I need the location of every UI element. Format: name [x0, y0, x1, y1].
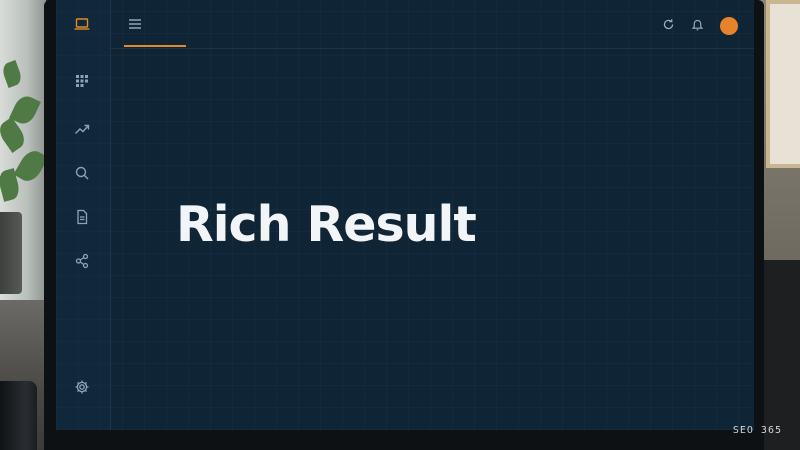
refresh-icon [663, 18, 673, 29]
grid-icon [76, 75, 88, 87]
sidebar-item-search[interactable] [69, 160, 95, 186]
gear-icon [75, 380, 89, 394]
notifications-button[interactable] [689, 16, 705, 32]
sidebar-item-trends[interactable] [69, 116, 95, 142]
bell-icon [691, 19, 703, 30]
document-icon [77, 209, 88, 225]
picture-frame [766, 0, 800, 168]
monitor-screen: Rich Result [56, 0, 754, 430]
sidebar-item-documents[interactable] [69, 204, 95, 230]
top-bar [111, 0, 754, 49]
sidebar-item-dashboard[interactable] [69, 68, 95, 94]
hamburger-menu-icon [129, 19, 141, 29]
avatar[interactable] [720, 17, 738, 35]
plant-pot [0, 212, 22, 294]
coffee-mug [0, 381, 37, 450]
search-icon [75, 166, 89, 180]
refresh-button[interactable] [660, 16, 676, 32]
laptop-icon[interactable] [69, 11, 95, 37]
settings-button[interactable] [69, 374, 95, 400]
menu-button[interactable] [123, 12, 147, 36]
share-icon [75, 253, 89, 269]
sidebar-item-share[interactable] [69, 248, 95, 274]
active-tab-indicator [124, 45, 186, 47]
watermark-label: SEO 365 [732, 425, 782, 436]
trending-up-icon [75, 124, 90, 134]
page-headline: Rich Result [176, 196, 477, 253]
sidebar [56, 0, 111, 430]
